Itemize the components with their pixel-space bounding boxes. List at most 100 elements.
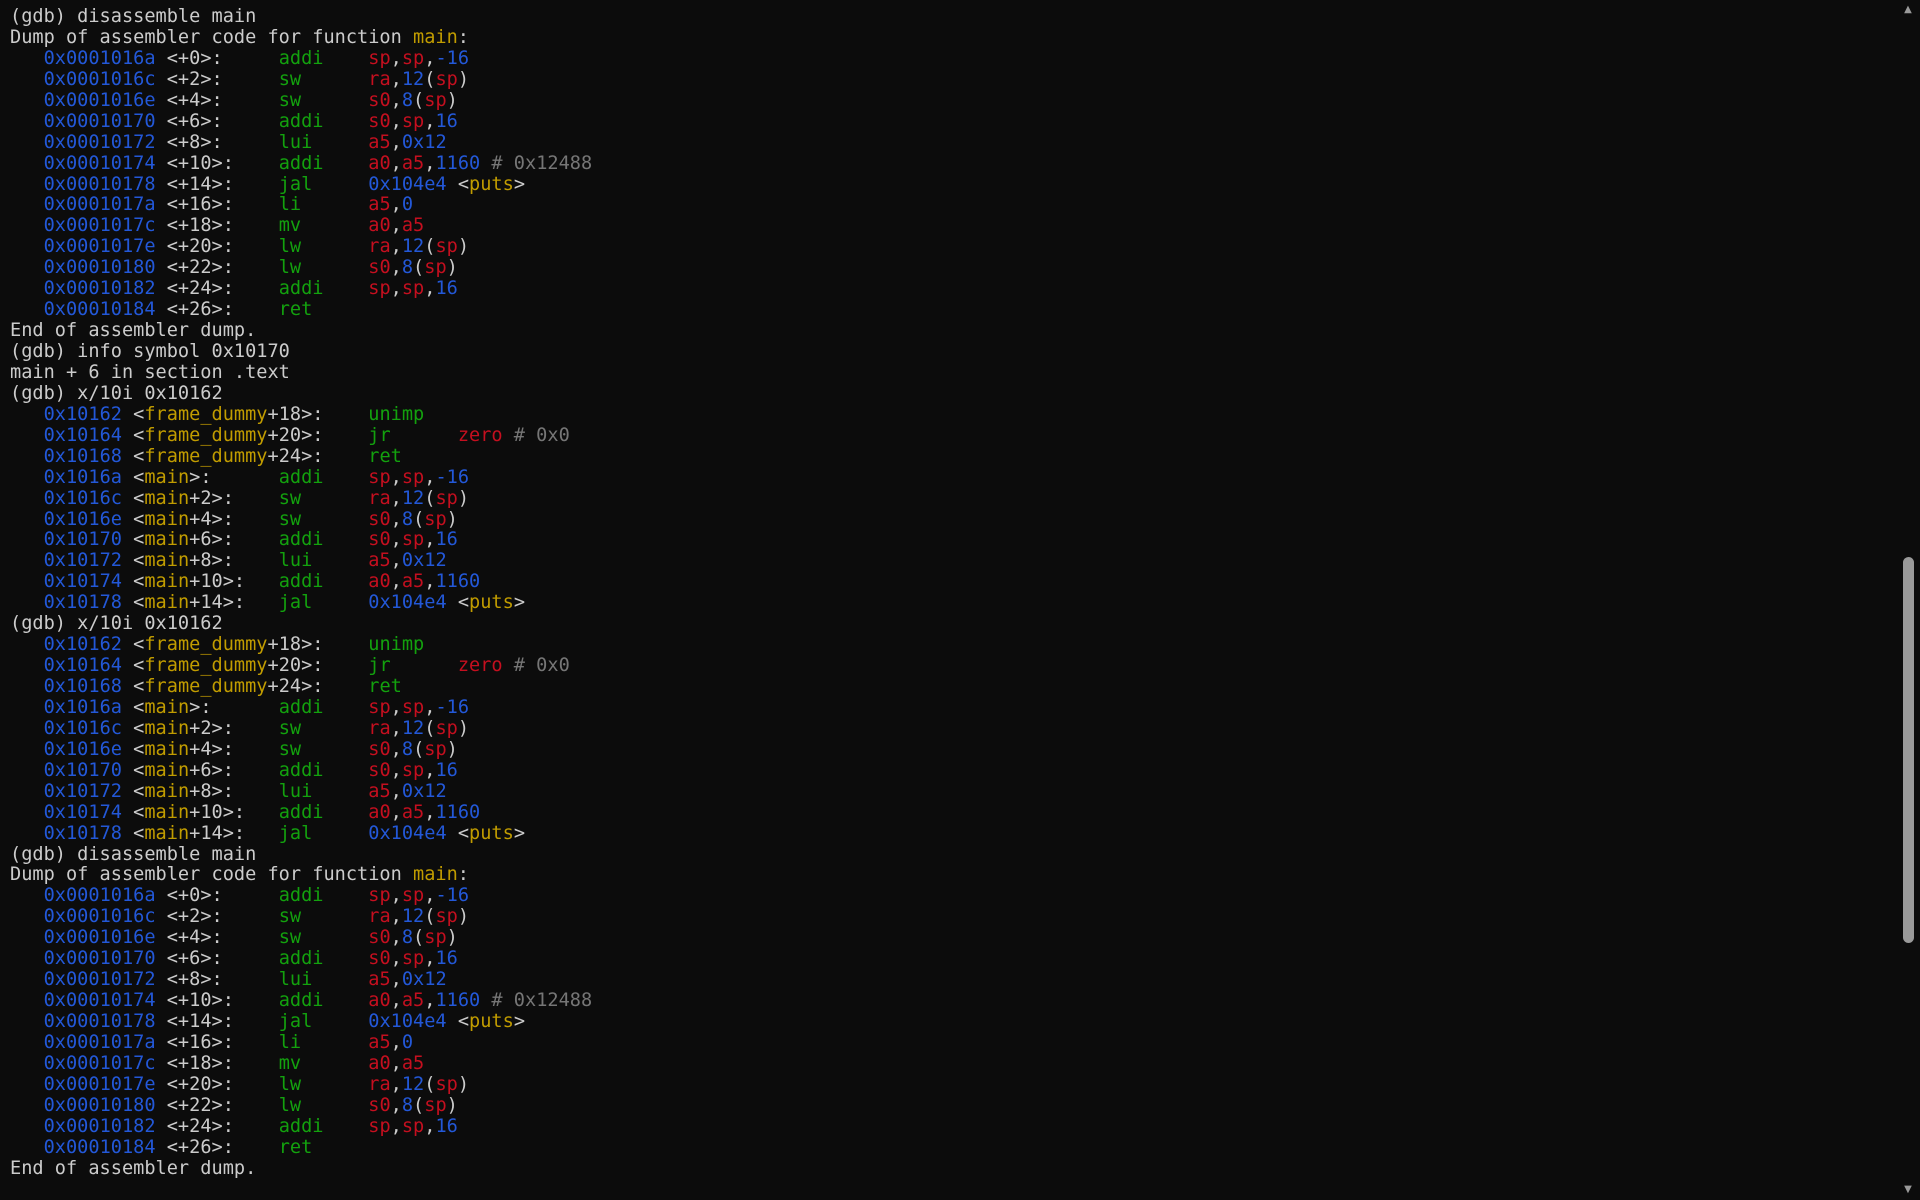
terminal-text: , — [424, 466, 436, 488]
terminal-text: +18>: — [267, 403, 369, 425]
address: 0x10162 — [43, 403, 122, 425]
immediate-value: -16 — [435, 696, 470, 718]
terminal-text: <+0>: — [155, 885, 279, 907]
terminal-line: 0x10170 <main+6>: addi s0,sp,16 — [10, 759, 1896, 782]
immediate-value: 16 — [435, 759, 458, 781]
address: 0x10172 — [43, 550, 122, 572]
terminal-text: , — [390, 257, 402, 279]
scrollbar-thumb[interactable] — [1903, 557, 1914, 943]
terminal-line: 0x00010174 <+10>: addi a0,a5,1160 # 0x12… — [10, 990, 1896, 1012]
terminal-text: , — [424, 759, 436, 781]
register: sp — [401, 466, 425, 488]
register: s0 — [368, 257, 391, 279]
immediate-value: 12 — [401, 717, 425, 739]
symbol: frame_dummy — [144, 634, 268, 656]
mnemonic: li — [278, 1031, 302, 1053]
register: sp — [368, 885, 391, 907]
scroll-down-arrow-icon[interactable]: ▼ — [1896, 1182, 1920, 1198]
mnemonic: addi — [278, 529, 324, 551]
terminal-text: < — [121, 822, 145, 844]
mnemonic: ret — [368, 445, 402, 467]
comment: # 0x0 — [502, 424, 570, 446]
terminal-line: 0x0001017e <+20>: lw ra,12(sp) — [10, 1073, 1896, 1096]
terminal-line: Dump of assembler code for function main… — [10, 864, 1896, 886]
mnemonic: sw — [278, 68, 302, 90]
register: a5 — [401, 215, 425, 237]
terminal-text: <+24>: — [155, 1115, 279, 1137]
terminal-line: 0x0001017e <+20>: lw ra,12(sp) — [10, 236, 1896, 258]
terminal-line: 0x00010178 <+14>: jal 0x104e4 <puts> — [10, 1011, 1896, 1033]
terminal-line: 0x1016c <main+2>: sw ra,12(sp) — [10, 488, 1896, 510]
register: sp — [368, 1115, 391, 1137]
terminal-text: <+4>: — [155, 927, 279, 949]
vertical-scrollbar[interactable]: ▲ ▼ — [1896, 0, 1920, 1200]
terminal-text: ( — [424, 1073, 436, 1095]
register: a0 — [368, 1052, 391, 1074]
immediate-value: -16 — [435, 47, 470, 69]
immediate-value: 0x104e4 — [368, 1011, 447, 1032]
mnemonic: sw — [278, 717, 302, 739]
address: 0x00010170 — [43, 110, 156, 132]
terminal-text: , — [390, 110, 402, 132]
address: 0x0001016c — [43, 68, 156, 90]
address: 0x00010172 — [43, 131, 156, 153]
terminal-text: , — [390, 466, 402, 488]
terminal-text: +8>: — [189, 550, 279, 572]
terminal-line: 0x0001016e <+4>: sw s0,8(sp) — [10, 90, 1896, 112]
terminal-text: <+16>: — [155, 1031, 279, 1053]
register: sp — [401, 759, 425, 781]
terminal-text: , — [390, 1073, 402, 1095]
terminal-line: 0x10168 <frame_dummy+24>: ret — [10, 445, 1896, 468]
immediate-value: 8 — [401, 927, 414, 949]
symbol: frame_dummy — [144, 676, 268, 697]
address: 0x10178 — [43, 822, 122, 844]
terminal-text: , — [390, 550, 402, 572]
immediate-value: 0x12 — [401, 969, 447, 991]
address: 0x00010182 — [43, 1115, 156, 1137]
scroll-up-arrow-icon[interactable]: ▲ — [1896, 2, 1920, 18]
mnemonic: addi — [278, 152, 324, 174]
address: 0x00010174 — [43, 152, 156, 174]
terminal-text: < — [121, 655, 145, 677]
terminal-text: , — [424, 885, 436, 907]
terminal-text: <+14>: — [155, 1011, 279, 1032]
address: 0x00010178 — [43, 173, 156, 195]
terminal-line: 0x00010170 <+6>: addi s0,sp,16 — [10, 948, 1896, 970]
mnemonic: addi — [278, 948, 324, 970]
terminal-text: , — [390, 1031, 402, 1053]
terminal-output[interactable]: (gdb) disassemble main Dump of assembler … — [0, 0, 1896, 1200]
terminal-line: 0x0001016c <+2>: sw ra,12(sp) — [10, 906, 1896, 928]
register: a5 — [368, 131, 391, 153]
terminal-text: , — [424, 152, 436, 174]
terminal-text: < — [121, 445, 145, 467]
terminal-text: main + 6 in section .text — [10, 361, 290, 383]
terminal-text: , — [424, 47, 436, 69]
symbol: main — [144, 717, 190, 739]
immediate-value: -16 — [435, 885, 470, 907]
terminal-text: , — [424, 801, 436, 823]
register: a5 — [401, 990, 425, 1012]
terminal-text: <+8>: — [155, 969, 279, 991]
address: 0x0001016c — [43, 906, 156, 928]
